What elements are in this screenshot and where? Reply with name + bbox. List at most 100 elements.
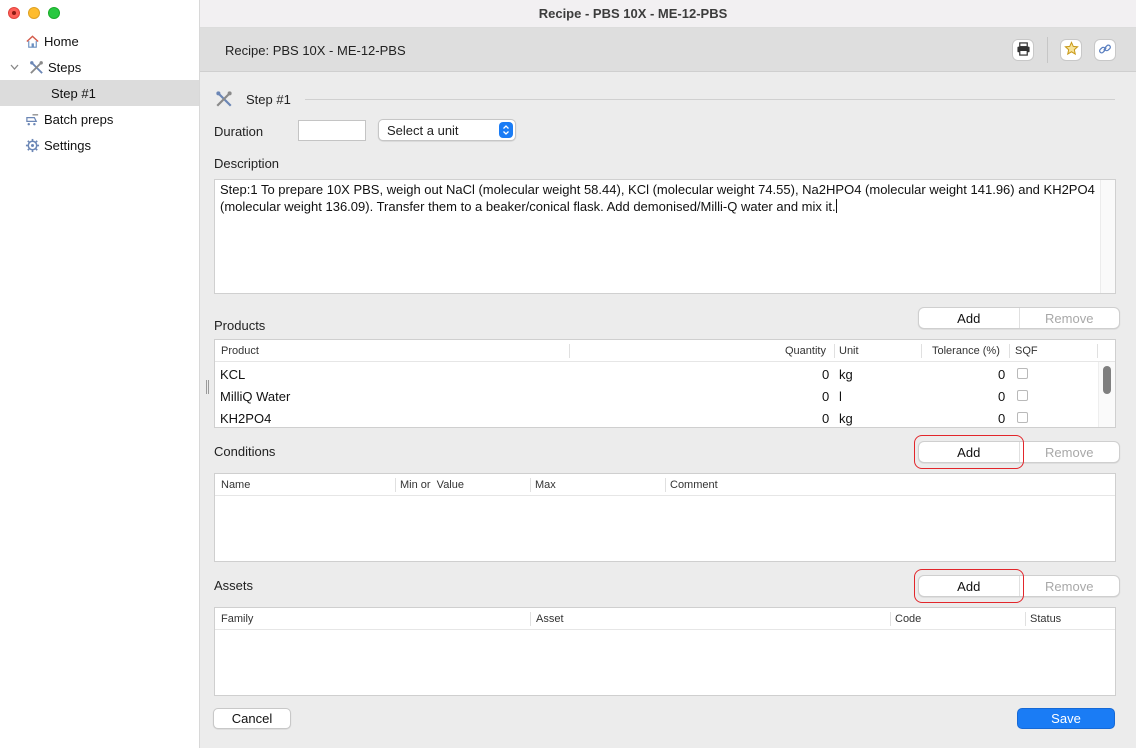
products-add-button[interactable]: Add (919, 308, 1020, 328)
table-row[interactable]: MilliQ Water 0 l 0 (215, 385, 1115, 407)
column-divider (665, 478, 666, 492)
products-table: Product Quantity Unit Tolerance (%) SQF … (214, 339, 1116, 428)
column-divider (1025, 612, 1026, 626)
column-header-product[interactable]: Product (221, 345, 259, 357)
products-remove-button[interactable]: Remove (1020, 308, 1120, 328)
sidebar-item-label: Batch preps (44, 111, 114, 127)
column-header-status[interactable]: Status (1030, 613, 1061, 625)
column-header-comment[interactable]: Comment (670, 479, 718, 491)
column-header-min-value[interactable]: Min or Value (400, 479, 464, 491)
sidebar-item-label: Steps (48, 59, 82, 75)
column-header-code[interactable]: Code (895, 613, 921, 625)
product-name: KH2PO4 (220, 411, 272, 426)
gear-icon (24, 137, 40, 153)
table-row[interactable]: KH2PO4 0 kg 0 (215, 407, 1115, 427)
sidebar-item-settings[interactable]: Settings (0, 132, 199, 158)
print-button[interactable] (1012, 39, 1034, 61)
column-divider (569, 344, 570, 358)
minimize-window-button[interactable] (28, 7, 40, 19)
column-header-tolerance[interactable]: Tolerance (%) (932, 345, 1000, 357)
duration-label: Duration (214, 124, 264, 139)
sidebar-item-label: Home (44, 33, 79, 49)
sidebar-item-step-1[interactable]: Step #1 (0, 80, 199, 106)
product-name: KCL (220, 367, 246, 382)
maximize-window-button[interactable] (48, 7, 60, 19)
duration-input[interactable] (298, 120, 366, 141)
cancel-button[interactable]: Cancel (213, 708, 291, 729)
sidebar-item-batch-preps[interactable]: Batch preps (0, 106, 199, 132)
conditions-table: Name Min or Value Max Comment (214, 473, 1116, 562)
tools-icon (28, 59, 44, 75)
product-unit: kg (839, 367, 853, 382)
page-title: Recipe: PBS 10X - ME-12-PBS (225, 43, 406, 58)
toolbar-divider (1047, 37, 1048, 63)
scrollbar-thumb[interactable] (1103, 366, 1111, 394)
conditions-remove-button[interactable]: Remove (1020, 442, 1120, 462)
updown-arrows-icon (499, 122, 513, 138)
sidebar-item-steps[interactable]: Steps (0, 54, 199, 80)
products-add-remove: Add Remove (918, 307, 1120, 329)
product-quantity: 0 (822, 411, 830, 426)
description-text: Step:1 To prepare 10X PBS, weigh out NaC… (220, 182, 1095, 214)
sqf-checkbox[interactable] (1017, 412, 1028, 423)
chevron-down-icon[interactable] (8, 61, 20, 73)
unit-select[interactable]: Select a unit (378, 119, 516, 141)
product-tolerance: 0 (998, 389, 1006, 404)
description-scrollbar[interactable] (1100, 180, 1115, 293)
description-textarea[interactable]: Step:1 To prepare 10X PBS, weigh out NaC… (214, 179, 1116, 294)
column-header-asset[interactable]: Asset (536, 613, 564, 625)
table-row[interactable]: KCL 0 kg 0 (215, 363, 1115, 385)
unit-select-value: Select a unit (387, 122, 459, 138)
window-title: Recipe - PBS 10X - ME-12-PBS (538, 6, 728, 21)
column-divider (530, 612, 531, 626)
save-button[interactable]: Save (1017, 708, 1115, 729)
products-scrollbar[interactable] (1098, 362, 1115, 427)
product-name: MilliQ Water (220, 389, 291, 404)
table-header: Product Quantity Unit Tolerance (%) SQF (215, 340, 1115, 362)
column-divider (1009, 344, 1010, 358)
assets-label: Assets (214, 578, 254, 593)
product-tolerance: 0 (998, 411, 1006, 426)
table-header: Family Asset Code Status (215, 608, 1115, 630)
column-divider (1097, 344, 1098, 358)
column-header-quantity[interactable]: Quantity (785, 345, 826, 357)
column-divider (834, 344, 835, 358)
description-label: Description (214, 156, 280, 171)
step-title: Step #1 (246, 92, 291, 107)
step-divider (305, 99, 1115, 100)
close-window-button[interactable] (8, 7, 20, 19)
sidebar-item-label: Step #1 (51, 85, 96, 101)
column-header-sqf[interactable]: SQF (1015, 345, 1038, 357)
add-button-highlight (914, 569, 1024, 603)
sqf-checkbox[interactable] (1017, 368, 1028, 379)
batch-icon (24, 111, 40, 127)
add-button-highlight (914, 435, 1024, 469)
products-label: Products (214, 318, 266, 333)
sqf-checkbox[interactable] (1017, 390, 1028, 401)
column-divider (530, 478, 531, 492)
conditions-label: Conditions (214, 444, 276, 459)
home-icon (24, 33, 40, 49)
assets-remove-button[interactable]: Remove (1020, 576, 1120, 596)
table-header: Name Min or Value Max Comment (215, 474, 1115, 496)
text-cursor (835, 199, 837, 213)
sidebar-item-home[interactable]: Home (0, 28, 199, 54)
printer-icon (1016, 41, 1031, 59)
column-divider (890, 612, 891, 626)
favorite-button[interactable] (1060, 39, 1082, 61)
product-quantity: 0 (822, 367, 830, 382)
window-titlebar: Recipe - PBS 10X - ME-12-PBS (200, 0, 1136, 28)
column-header-max[interactable]: Max (535, 479, 556, 491)
star-icon (1063, 41, 1079, 59)
product-unit: kg (839, 411, 853, 426)
column-header-unit[interactable]: Unit (839, 345, 859, 357)
column-divider (921, 344, 922, 358)
sidebar: Home Steps Step #1 Batch preps Settings (0, 0, 200, 748)
link-button[interactable] (1094, 39, 1116, 61)
column-divider (395, 478, 396, 492)
step-tools-icon (215, 90, 233, 108)
assets-table: Family Asset Code Status (214, 607, 1116, 696)
column-header-name[interactable]: Name (221, 479, 250, 491)
splitter-handle[interactable] (206, 380, 210, 394)
column-header-family[interactable]: Family (221, 613, 253, 625)
